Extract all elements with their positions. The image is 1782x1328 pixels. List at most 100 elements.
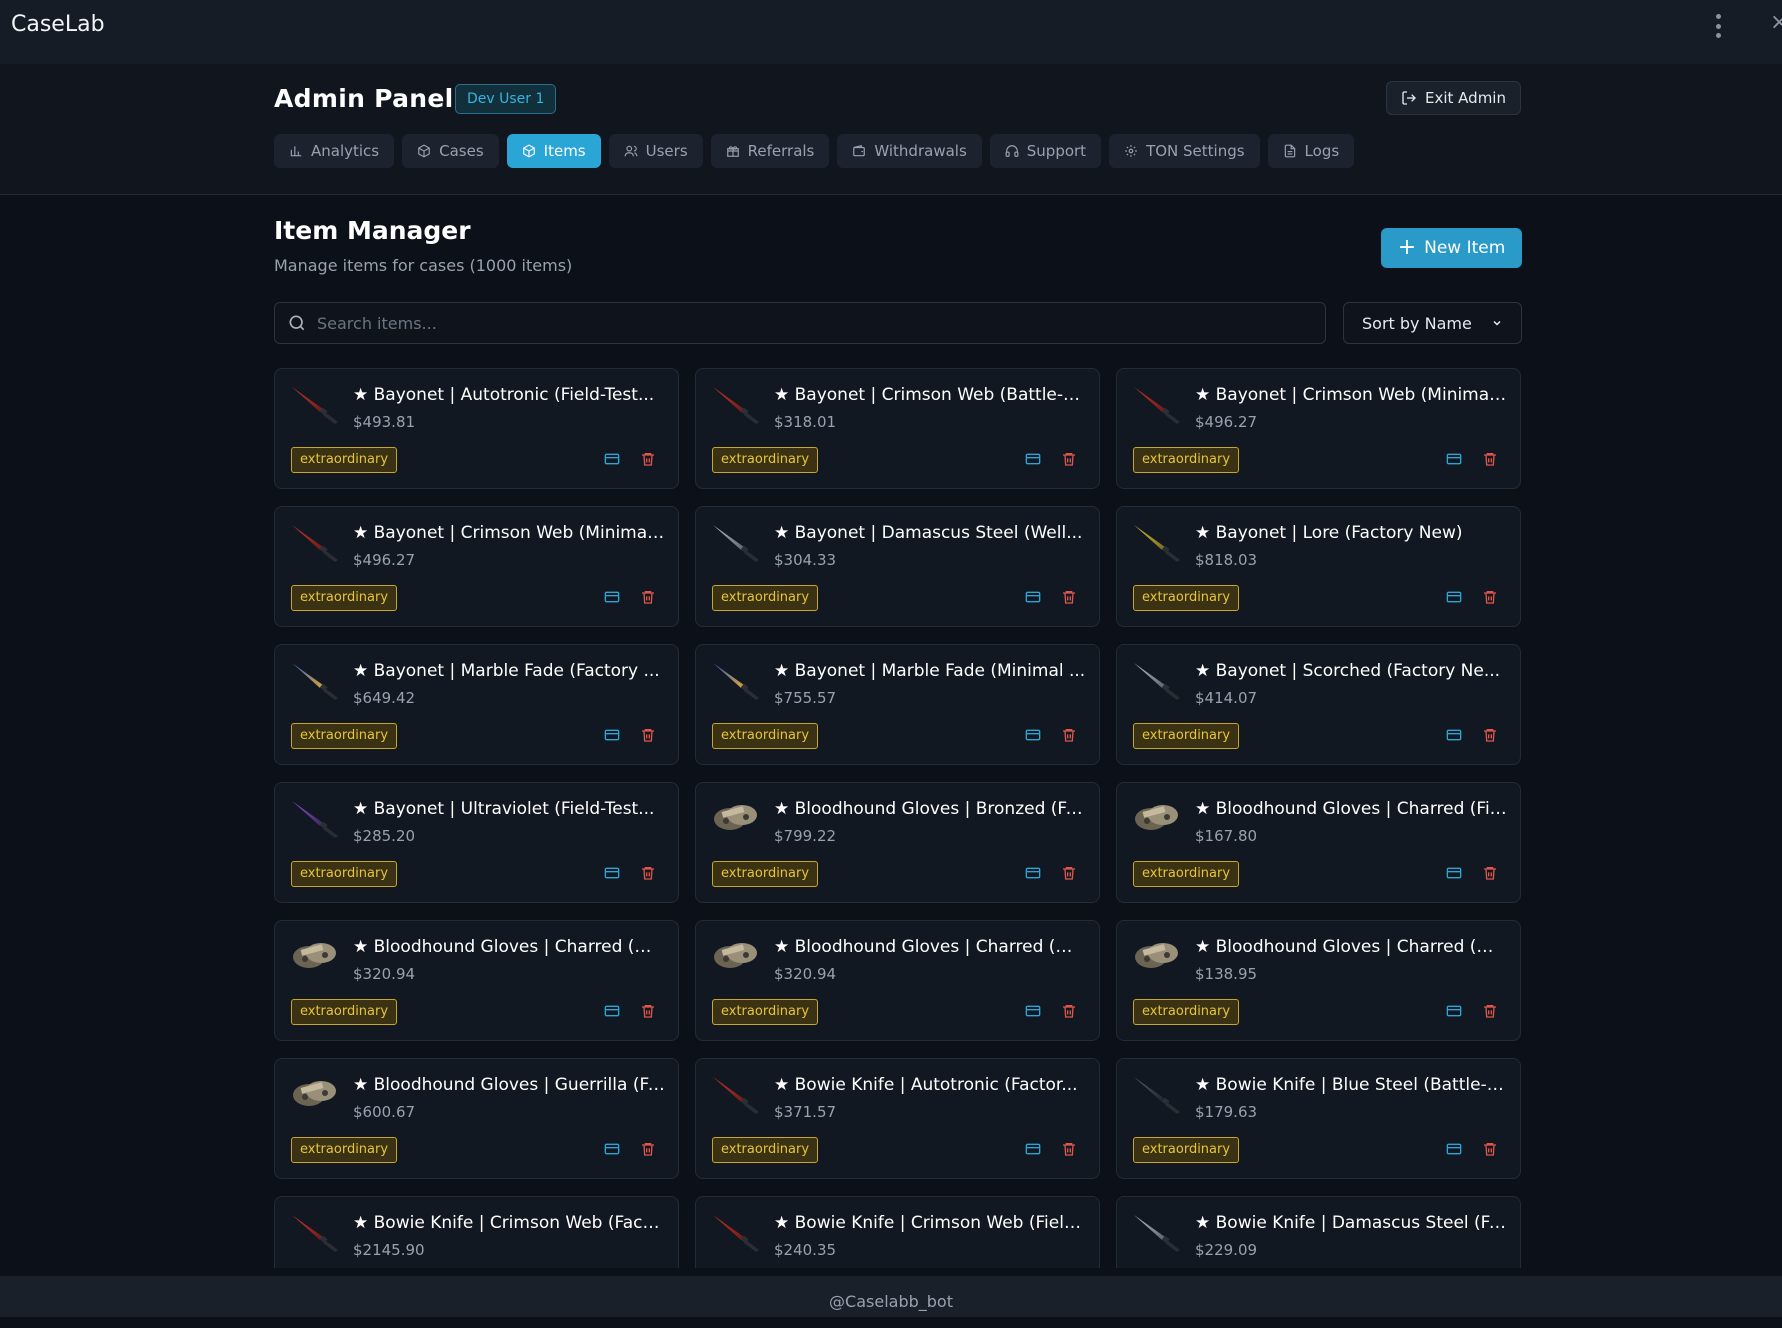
section-subtitle: Manage items for cases (1000 items) <box>274 256 573 275</box>
new-item-button[interactable]: + New Item <box>1381 228 1522 268</box>
tab-logs[interactable]: Logs <box>1267 134 1355 168</box>
bar-chart-icon <box>290 146 302 157</box>
edit-icon[interactable] <box>604 452 620 466</box>
close-icon[interactable]: × <box>1770 10 1782 35</box>
trash-icon[interactable] <box>1482 1141 1498 1157</box>
trash-icon[interactable] <box>1061 589 1077 605</box>
edit-icon[interactable] <box>1446 1004 1462 1018</box>
trash-icon[interactable] <box>1061 1003 1077 1019</box>
trash-icon[interactable] <box>1482 589 1498 605</box>
tab-support[interactable]: Support <box>989 134 1102 168</box>
edit-icon[interactable] <box>1025 866 1041 880</box>
item-card[interactable]: ★ Bayonet | Marble Fade (Minimal ... $755… <box>695 644 1100 765</box>
rarity-badge: extraordinary <box>1133 1137 1240 1163</box>
edit-icon[interactable] <box>1025 1004 1041 1018</box>
search-box <box>274 302 1326 344</box>
trash-icon[interactable] <box>640 1141 656 1157</box>
edit-icon[interactable] <box>1446 452 1462 466</box>
item-card[interactable]: ★ Bayonet | Crimson Web (Minimal ... $496… <box>274 506 679 627</box>
tab-label: Logs <box>1304 142 1340 160</box>
item-thumbnail <box>1131 1071 1183 1115</box>
edit-icon[interactable] <box>1446 590 1462 604</box>
item-card[interactable]: ★ Bloodhound Gloves | Bronzed (Factor...… <box>695 782 1100 903</box>
item-card[interactable]: ★ Bayonet | Scorched (Factory Ne... $414.… <box>1116 644 1521 765</box>
trash-icon[interactable] <box>640 451 656 467</box>
tab-items[interactable]: Items <box>506 134 601 168</box>
item-name: ★ Bowie Knife | Crimson Web (Factor... <box>353 1213 665 1233</box>
trash-icon[interactable] <box>1061 451 1077 467</box>
item-card[interactable]: ★ Bowie Knife | Autotronic (Factor... $37… <box>695 1058 1100 1179</box>
item-card[interactable]: ★ Bloodhound Gloves | Charred (Well... $1… <box>1116 920 1521 1041</box>
item-card[interactable]: ★ Bayonet | Damascus Steel (Well... $304.… <box>695 506 1100 627</box>
exit-admin-button[interactable]: Exit Admin <box>1386 81 1521 115</box>
item-card[interactable]: ★ Bowie Knife | Crimson Web (Field-... $2… <box>695 1196 1100 1268</box>
item-name: ★ Bloodhound Gloves | Charred (Field-... <box>1195 799 1507 819</box>
trash-icon[interactable] <box>1482 1003 1498 1019</box>
edit-icon[interactable] <box>604 590 620 604</box>
item-price: $138.95 <box>1195 965 1258 983</box>
item-card[interactable]: ★ Bayonet | Ultraviolet (Field-Test... $2… <box>274 782 679 903</box>
edit-icon[interactable] <box>1446 1142 1462 1156</box>
edit-icon[interactable] <box>1446 728 1462 742</box>
item-card[interactable]: ★ Bloodhound Gloves | Guerrilla (Factor.… <box>274 1058 679 1179</box>
trash-icon[interactable] <box>1482 451 1498 467</box>
rarity-badge: extraordinary <box>712 585 819 611</box>
item-card[interactable]: ★ Bloodhound Gloves | Charred (Field-...… <box>1116 782 1521 903</box>
item-price: $493.81 <box>353 413 416 431</box>
tab-cases[interactable]: Cases <box>402 134 499 168</box>
trash-icon[interactable] <box>1061 1141 1077 1157</box>
tab-analytics[interactable]: Analytics <box>274 134 395 168</box>
item-card[interactable]: ★ Bayonet | Autotronic (Field-Test... $49… <box>274 368 679 489</box>
item-card[interactable]: ★ Bloodhound Gloves | Charred (Minimal..… <box>274 920 679 1041</box>
item-thumbnail <box>289 381 341 425</box>
item-card[interactable]: ★ Bowie Knife | Damascus Steel (Factor..… <box>1116 1196 1521 1268</box>
admin-header: Admin Panel Dev User 1 Exit Admin Analyt… <box>0 64 1782 195</box>
tab-users[interactable]: Users <box>608 134 703 168</box>
trash-icon[interactable] <box>1061 865 1077 881</box>
item-thumbnail <box>710 381 762 425</box>
item-name: ★ Bloodhound Gloves | Charred (Minimal..… <box>774 937 1086 957</box>
item-thumbnail <box>710 519 762 563</box>
more-options-icon[interactable] <box>1710 14 1726 38</box>
tab-referrals[interactable]: Referrals <box>710 134 830 168</box>
trash-icon[interactable] <box>640 865 656 881</box>
item-card[interactable]: ★ Bowie Knife | Crimson Web (Factor... $2… <box>274 1196 679 1268</box>
item-grid: ★ Bayonet | Autotronic (Field-Test... $49… <box>274 368 1522 1268</box>
item-thumbnail <box>289 1209 341 1253</box>
item-card[interactable]: ★ Bowie Knife | Blue Steel (Battle-S... $… <box>1116 1058 1521 1179</box>
edit-icon[interactable] <box>1446 866 1462 880</box>
edit-icon[interactable] <box>604 1004 620 1018</box>
item-card[interactable]: ★ Bayonet | Lore (Factory New) $818.03 ext… <box>1116 506 1521 627</box>
search-input[interactable] <box>307 304 1325 342</box>
user-badge: Dev User 1 <box>455 84 557 114</box>
tab-ton-settings[interactable]: TON Settings <box>1109 134 1260 168</box>
trash-icon[interactable] <box>640 589 656 605</box>
edit-icon[interactable] <box>1025 590 1041 604</box>
trash-icon[interactable] <box>1482 865 1498 881</box>
rarity-badge: extraordinary <box>712 1137 819 1163</box>
item-name: ★ Bayonet | Lore (Factory New) <box>1195 523 1463 543</box>
tab-withdrawals[interactable]: Withdrawals <box>837 134 982 168</box>
trash-icon[interactable] <box>640 1003 656 1019</box>
edit-icon[interactable] <box>604 728 620 742</box>
edit-icon[interactable] <box>1025 1142 1041 1156</box>
trash-icon[interactable] <box>1061 727 1077 743</box>
sort-select[interactable]: Sort by Name <box>1343 302 1522 344</box>
trash-icon[interactable] <box>640 727 656 743</box>
edit-icon[interactable] <box>1025 452 1041 466</box>
item-name: ★ Bowie Knife | Crimson Web (Field-... <box>774 1213 1086 1233</box>
item-name: ★ Bayonet | Marble Fade (Factory ... <box>353 661 660 681</box>
item-card[interactable]: ★ Bayonet | Crimson Web (Battle-S... $318… <box>695 368 1100 489</box>
item-price: $818.03 <box>1195 551 1258 569</box>
item-card[interactable]: ★ Bloodhound Gloves | Charred (Minimal..… <box>695 920 1100 1041</box>
gift-icon <box>726 146 739 157</box>
item-thumbnail <box>289 933 341 977</box>
item-price: $240.35 <box>774 1241 837 1259</box>
wallet-icon <box>853 145 866 157</box>
edit-icon[interactable] <box>604 1142 620 1156</box>
item-card[interactable]: ★ Bayonet | Marble Fade (Factory ... $649… <box>274 644 679 765</box>
trash-icon[interactable] <box>1482 727 1498 743</box>
item-card[interactable]: ★ Bayonet | Crimson Web (Minimal ... $496… <box>1116 368 1521 489</box>
edit-icon[interactable] <box>604 866 620 880</box>
edit-icon[interactable] <box>1025 728 1041 742</box>
